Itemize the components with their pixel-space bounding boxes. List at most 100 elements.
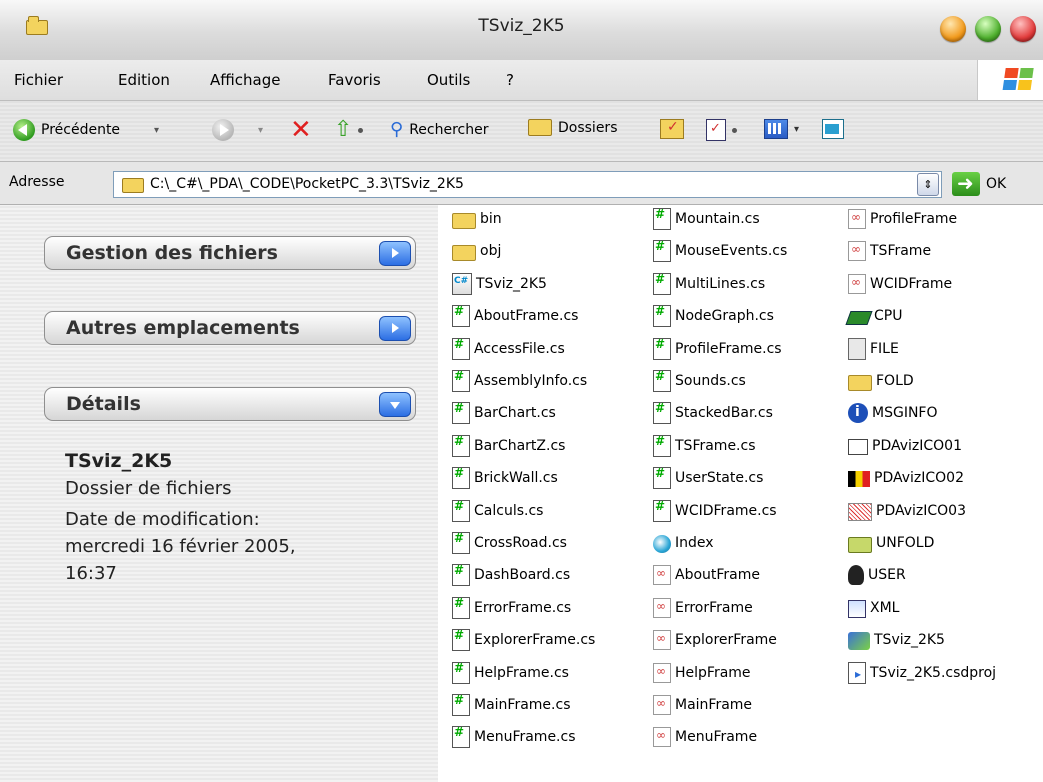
menu-favoris[interactable]: Favoris [328, 71, 381, 89]
file-item[interactable]: ExplorerFrame.cs [452, 628, 595, 652]
file-item[interactable]: TSviz_2K5 [848, 629, 945, 651]
file-item[interactable]: MainFrame [653, 694, 752, 716]
file-item[interactable]: AboutFrame [653, 564, 760, 586]
file-item[interactable]: ErrorFrame.cs [452, 596, 571, 619]
file-item[interactable]: MSGINFO [848, 402, 938, 424]
go-button[interactable]: OK [952, 171, 1006, 196]
collapse-arrow-icon[interactable] [379, 392, 411, 417]
task-details[interactable]: Détails [44, 387, 416, 421]
file-item[interactable]: Sounds.cs [653, 369, 746, 392]
file-name: MSGINFO [872, 405, 938, 422]
file-item[interactable]: HelpFrame.cs [452, 661, 569, 684]
file-item[interactable]: Mountain.cs [653, 207, 760, 230]
file-item[interactable]: ExplorerFrame [653, 629, 777, 651]
folders-button[interactable]: Dossiers [528, 119, 618, 136]
views-dropdown-icon[interactable]: ▾ [794, 124, 799, 135]
file-item[interactable]: bin [452, 208, 502, 230]
file-item[interactable]: USER [848, 564, 906, 586]
address-input[interactable]: C:\_C#\_PDA\_CODE\PocketPC_3.3\TSviz_2K5 [113, 171, 942, 198]
file-item[interactable]: HelpFrame [653, 662, 751, 684]
file-name: MainFrame [675, 697, 753, 713]
window-button[interactable] [822, 119, 844, 139]
file-item[interactable]: obj [452, 240, 501, 262]
cs-file-icon [452, 466, 470, 490]
file-item[interactable]: AboutFrame.cs [452, 304, 578, 328]
file-item[interactable]: MainFrame.cs [452, 693, 570, 716]
file-name: StackedBar.cs [675, 405, 773, 422]
file-name: FILE [870, 340, 899, 357]
file-item[interactable]: BarChart.cs [452, 401, 556, 425]
file-item[interactable]: StackedBar.cs [653, 401, 773, 425]
file-item[interactable]: TSFrame.cs [653, 434, 756, 457]
task-other-places[interactable]: Autres emplacements [44, 311, 416, 345]
back-button[interactable]: Précédente ▾ [13, 119, 159, 141]
file-item[interactable]: PDAvizICO03 [848, 500, 966, 522]
menu-edition[interactable]: Edition [118, 71, 170, 89]
search-button[interactable]: ⚲ Rechercher [390, 119, 488, 141]
file-item[interactable]: AccessFile.cs [452, 337, 565, 360]
back-dropdown-icon[interactable]: ▾ [154, 125, 159, 136]
stop-button[interactable]: ✕ [290, 117, 312, 143]
address-dropdown-button[interactable]: ⇕ [917, 173, 939, 196]
menu-help[interactable]: ? [506, 71, 514, 89]
file-item[interactable]: Index [653, 532, 714, 554]
file-item[interactable]: UserState.cs [653, 466, 763, 490]
file-item[interactable]: PDAvizICO01 [848, 435, 962, 457]
windows-flag-icon [1002, 68, 1035, 92]
file-item[interactable]: XML [848, 597, 899, 619]
maximize-button[interactable] [975, 16, 1001, 42]
menu-affichage[interactable]: Affichage [210, 71, 280, 89]
file-item[interactable]: ProfileFrame [848, 208, 957, 230]
file-item[interactable]: WCIDFrame.cs [653, 499, 777, 522]
address-value[interactable]: C:\_C#\_PDA\_CODE\PocketPC_3.3\TSviz_2K5 [150, 176, 464, 192]
file-item[interactable]: NodeGraph.cs [653, 304, 774, 328]
cs-file-icon [452, 434, 470, 457]
file-item[interactable]: DashBoard.cs [452, 563, 570, 587]
file-item[interactable]: CrossRoad.cs [452, 531, 567, 554]
cs-file-icon [653, 401, 671, 425]
file-name: Sounds.cs [675, 373, 746, 389]
file-name: Mountain.cs [675, 211, 760, 227]
file-item[interactable]: MenuFrame.cs [452, 725, 576, 749]
up-button[interactable]: ⇧ [334, 119, 364, 141]
task-file-management[interactable]: Gestion des fichiers [44, 236, 416, 270]
file-item[interactable]: BarChartZ.cs [452, 434, 565, 457]
windows-logo [977, 60, 1043, 100]
menu-outils[interactable]: Outils [427, 71, 470, 89]
file-item[interactable]: Calculs.cs [452, 499, 543, 522]
views-button[interactable]: ▾ [764, 119, 799, 139]
file-item[interactable]: TSFrame [848, 240, 931, 262]
file-item[interactable]: TSviz_2K5 [452, 272, 547, 295]
file-item[interactable]: UNFOLD [848, 532, 934, 554]
cs-file-icon [653, 207, 671, 230]
file-item[interactable]: CPU [845, 305, 902, 327]
file-name: PDAvizICO01 [872, 437, 962, 454]
menu-fichier[interactable]: Fichier [14, 71, 63, 89]
expand-arrow-icon[interactable] [379, 316, 411, 341]
minimize-button[interactable] [940, 16, 966, 42]
file-item[interactable]: TSviz_2K5.csdproj [848, 661, 996, 684]
file-item[interactable]: MenuFrame [653, 726, 757, 748]
tasks-button[interactable]: ✓ [706, 119, 737, 141]
forward-button[interactable]: ▾ [212, 119, 263, 141]
file-item[interactable]: AssemblyInfo.cs [452, 369, 587, 392]
file-item[interactable]: MultiLines.cs [653, 272, 765, 295]
chart-icon [848, 502, 872, 521]
file-name: AccessFile.cs [474, 340, 565, 357]
file-item[interactable]: PDAvizICO02 [848, 467, 964, 489]
file-item[interactable]: ErrorFrame [653, 597, 753, 619]
file-item[interactable]: WCIDFrame [848, 273, 952, 295]
form-resource-icon [848, 241, 866, 262]
file-item[interactable]: BrickWall.cs [452, 466, 558, 490]
file-item[interactable]: MouseEvents.cs [653, 239, 787, 263]
title-bar[interactable]: TSviz_2K5 [0, 0, 1043, 61]
forward-dropdown-icon[interactable]: ▾ [258, 125, 263, 136]
file-item[interactable]: ProfileFrame.cs [653, 337, 782, 360]
close-button[interactable] [1010, 16, 1036, 42]
file-item[interactable]: FILE [848, 337, 899, 360]
expand-arrow-icon[interactable] [379, 241, 411, 266]
cs-file-icon [452, 337, 470, 360]
file-item[interactable]: FOLD [848, 370, 914, 392]
file-name: WCIDFrame [870, 275, 953, 292]
sync-button[interactable]: ✓ [660, 119, 684, 139]
